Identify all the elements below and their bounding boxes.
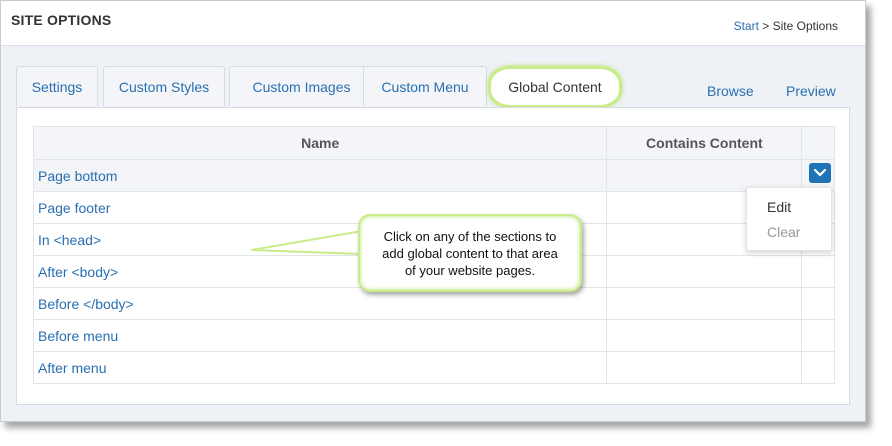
callout-line: Click on any of the sections to — [383, 229, 557, 244]
preview-link[interactable]: Preview — [786, 83, 836, 99]
section-name[interactable]: Before </body> — [32, 287, 608, 320]
section-content-cell — [606, 351, 803, 384]
table-row[interactable]: After menu — [32, 351, 835, 384]
section-name[interactable]: Before menu — [32, 319, 608, 352]
row-actions-dropdown-button[interactable] — [809, 163, 831, 183]
section-name[interactable]: Page bottom — [32, 159, 608, 192]
callout-pointer — [251, 230, 363, 255]
section-action-cell — [801, 319, 835, 352]
tab-custom-images[interactable]: Custom Images — [229, 66, 374, 106]
header: SITE OPTIONS Start > Site Options — [1, 1, 865, 46]
breadcrumb-separator: > — [762, 19, 770, 33]
column-header-name[interactable]: Name — [32, 126, 608, 160]
section-action-cell — [801, 255, 835, 288]
section-content-cell — [606, 255, 803, 288]
tab-settings[interactable]: Settings — [16, 66, 98, 106]
row-actions-menu: Edit Clear — [746, 187, 832, 251]
callout-line: add global content to that area — [382, 246, 558, 261]
chevron-down-icon — [814, 169, 826, 177]
section-content-cell — [606, 287, 803, 320]
section-action-cell — [801, 351, 835, 384]
tab-custom-menu[interactable]: Custom Menu — [363, 66, 487, 106]
tab-global-content[interactable]: Global Content — [488, 66, 622, 108]
breadcrumb: Start > Site Options — [734, 19, 838, 33]
breadcrumb-current: Site Options — [772, 19, 838, 33]
section-content-cell — [606, 319, 803, 352]
breadcrumb-start-link[interactable]: Start — [734, 19, 759, 33]
tab-custom-styles[interactable]: Custom Styles — [103, 66, 225, 106]
column-header-actions — [801, 126, 835, 160]
column-header-contains-content[interactable]: Contains Content — [606, 126, 803, 160]
menu-item-edit[interactable]: Edit — [767, 199, 791, 215]
table-row[interactable]: Before menu — [32, 319, 835, 352]
page-title: SITE OPTIONS — [11, 12, 112, 28]
menu-item-clear: Clear — [767, 224, 801, 240]
section-name[interactable]: After menu — [32, 351, 608, 384]
instruction-callout: Click on any of the sections to add glob… — [358, 214, 582, 292]
table-row[interactable]: Page bottom — [32, 159, 835, 192]
table-header-row: Name Contains Content — [32, 126, 835, 160]
callout-line: of your website pages. — [404, 263, 536, 278]
table-row[interactable]: Before </body> — [32, 287, 835, 320]
browse-link[interactable]: Browse — [707, 83, 754, 99]
section-action-cell — [801, 287, 835, 320]
